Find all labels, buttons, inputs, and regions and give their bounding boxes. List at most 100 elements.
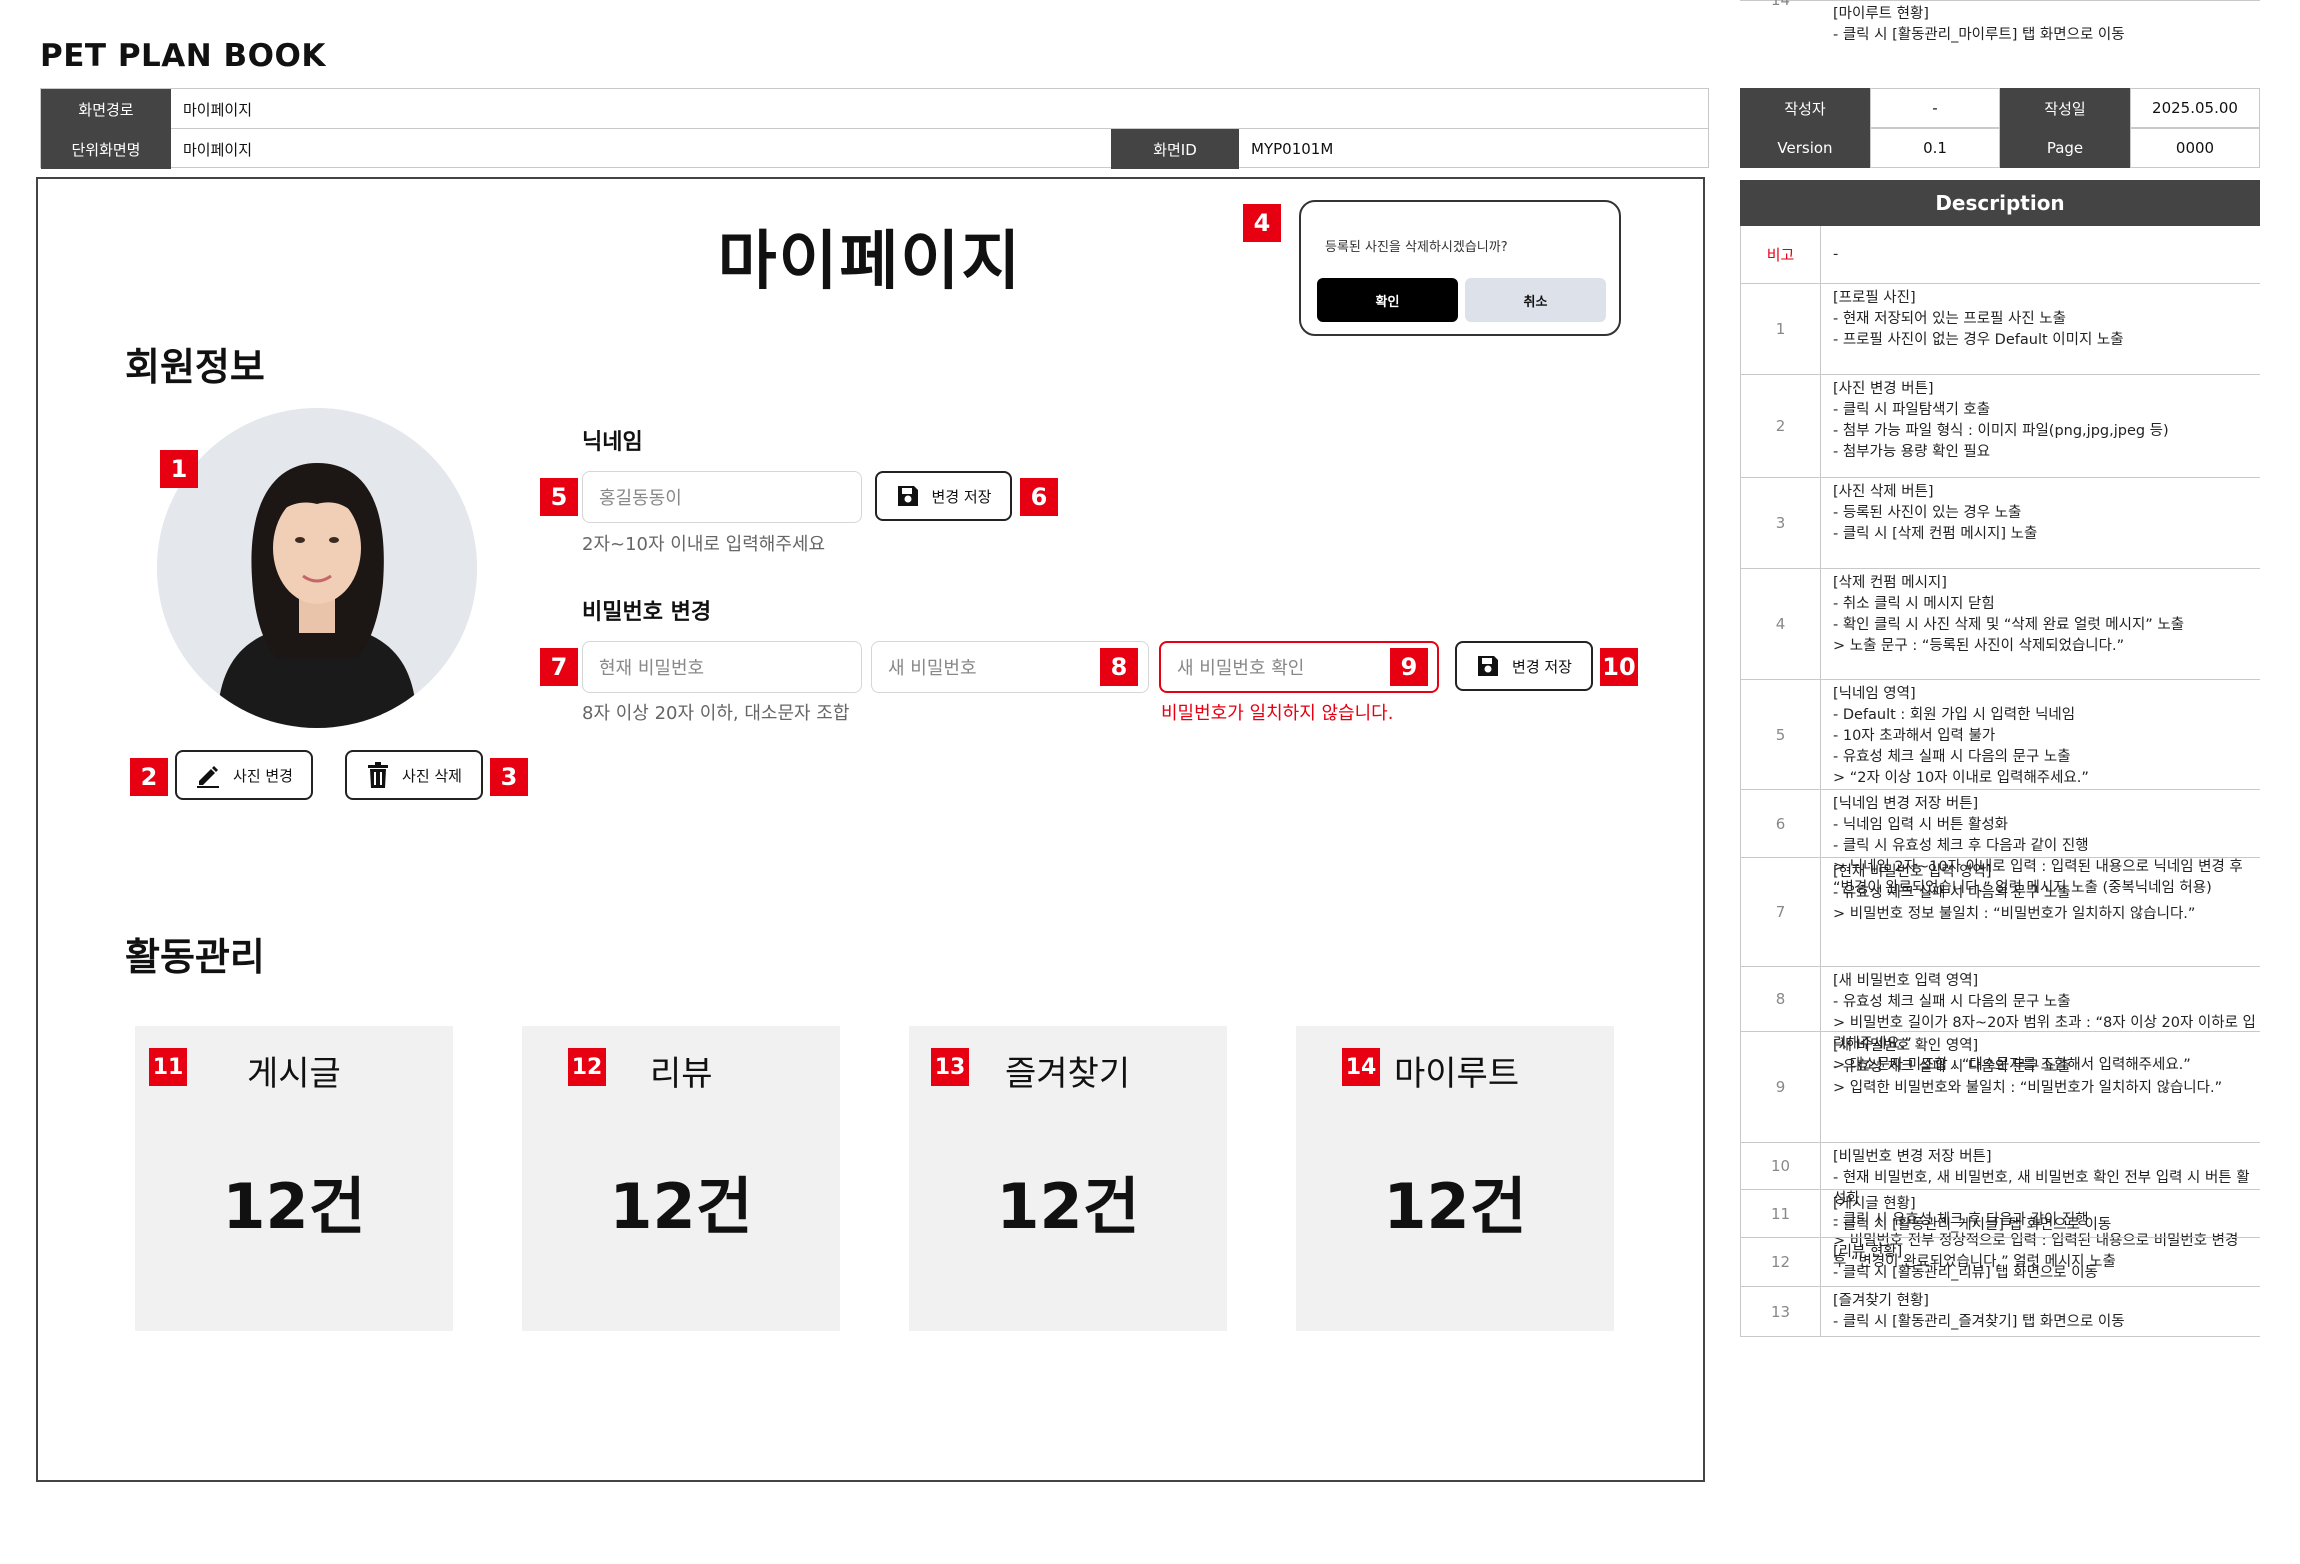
description-row: 9 [새 비밀번호 확인 영역] - 유효성 체크 실패 시 다음의 문구 노출 … — [1740, 1032, 2260, 1143]
nickname-save-label: 변경 저장 — [931, 487, 992, 506]
password-hint: 8자 이상 20자 이하, 대소문자 조합 — [582, 703, 850, 724]
meta-table-right: 작성자 - 작성일 2025.05.00 Version 0.1 Page 00… — [1740, 88, 2260, 168]
description-row-text: [현재 비밀번호 입력 영역] - 유효성 체크 실패 시 다음의 문구 노출 … — [1833, 864, 2196, 922]
description-row: 12 [리뷰 현황] - 클릭 시 [활동관리_리뷰] 탭 화면으로 이동 — [1740, 1238, 2260, 1287]
marker-7: 7 — [540, 648, 578, 686]
description-row: 3 [사진 삭제 버튼] - 등록된 사진이 있는 경우 노출 - 클릭 시 [삭… — [1740, 478, 2260, 569]
description-row: 13 [즐겨찾기 현황] - 클릭 시 [활동관리_즐겨찾기] 탭 화면으로 이동 — [1740, 1287, 2260, 1337]
description-row-number: 6 — [1741, 790, 1821, 857]
description-row: 비고 - — [1740, 226, 2260, 284]
nickname-label: 닉네임 — [582, 430, 643, 455]
description-row-text: [즐겨찾기 현황] - 클릭 시 [활동관리_즐겨찾기] 탭 화면으로 이동 — [1833, 1293, 2125, 1330]
description-panel: Description — [1740, 180, 2260, 226]
description-row: 14 [마이루트 현황] - 클릭 시 [활동관리_마이루트] 탭 화면으로 이동 — [1740, 0, 2260, 43]
description-row-text: [리뷰 현황] - 클릭 시 [활동관리_리뷰] 탭 화면으로 이동 — [1833, 1244, 2098, 1281]
dialog-ok-button[interactable]: 확인 — [1317, 278, 1458, 322]
screen-id-value: MYP0101M — [1251, 140, 1334, 158]
activity-card-reviews[interactable]: 12 리뷰 12건 — [522, 1026, 840, 1331]
description-row-number: 3 — [1741, 478, 1821, 568]
card-label: 즐겨찾기 — [1005, 1054, 1131, 1094]
page-value: 0000 — [2130, 128, 2260, 168]
activity-section-title: 활동관리 — [125, 935, 265, 979]
card-label: 게시글 — [247, 1054, 341, 1094]
version-label: Version — [1740, 128, 1870, 168]
description-row-number: 2 — [1741, 375, 1821, 477]
unit-label: 단위화면명 — [41, 129, 171, 169]
current-password-input[interactable]: 현재 비밀번호 — [582, 641, 862, 693]
description-row-number: 8 — [1741, 967, 1821, 1031]
password-save-button[interactable]: 변경 저장 — [1455, 641, 1593, 691]
marker-10: 10 — [1600, 648, 1638, 686]
path-label: 화면경로 — [41, 89, 171, 129]
nickname-save-button[interactable]: 변경 저장 — [875, 471, 1012, 521]
photo-change-label: 사진 변경 — [233, 766, 293, 785]
marker-14: 14 — [1342, 1048, 1380, 1086]
password-save-label: 변경 저장 — [1512, 657, 1572, 676]
description-row: 7 [현재 비밀번호 입력 영역] - 유효성 체크 실패 시 다음의 문구 노출… — [1740, 858, 2260, 967]
password-label: 비밀번호 변경 — [582, 600, 712, 625]
description-title: Description — [1740, 180, 2260, 226]
description-row: 10 [비밀번호 변경 저장 버튼] - 현재 비밀번호, 새 비밀번호, 새 비… — [1740, 1143, 2260, 1270]
activity-card-posts[interactable]: 11 게시글 12건 — [135, 1026, 453, 1331]
date-value: 2025.05.00 — [2130, 88, 2260, 128]
marker-11: 11 — [149, 1048, 187, 1086]
activity-card-favorites[interactable]: 13 즐겨찾기 12건 — [909, 1026, 1227, 1331]
marker-1: 1 — [160, 450, 198, 488]
nickname-input[interactable]: 홍길동동이 — [582, 471, 862, 523]
dialog-cancel-button[interactable]: 취소 — [1465, 278, 1606, 322]
page-title: 마이페이지 — [717, 225, 1023, 299]
description-row-number: 9 — [1741, 1032, 1821, 1142]
marker-3: 3 — [490, 758, 528, 796]
author-label: 작성자 — [1740, 88, 1870, 128]
description-row-text: - — [1833, 246, 1839, 262]
description-row: 6 [닉네임 변경 저장 버튼] - 닉네임 입력 시 버튼 활성화 - 클릭 시… — [1740, 790, 2260, 896]
description-row-number: 5 — [1741, 680, 1821, 789]
page-label: Page — [2000, 128, 2130, 168]
marker-12: 12 — [568, 1048, 606, 1086]
description-row-text: [마이루트 현황] - 클릭 시 [활동관리_마이루트] 탭 화면으로 이동 — [1833, 6, 2125, 43]
description-row-number: 13 — [1741, 1287, 1821, 1336]
description-row-text: [닉네임 영역] - Default : 회원 가입 시 입력한 닉네임 - 1… — [1833, 686, 2089, 786]
description-row: 2 [사진 변경 버튼] - 클릭 시 파일탐색기 호출 - 첨부 가능 파일 형… — [1740, 375, 2260, 478]
description-row-text: [사진 변경 버튼] - 클릭 시 파일탐색기 호출 - 첨부 가능 파일 형식… — [1833, 381, 2169, 460]
description-row-number: 12 — [1741, 1238, 1821, 1286]
description-row-number: 비고 — [1741, 226, 1821, 283]
save-icon — [896, 484, 920, 508]
photo-change-button[interactable]: 사진 변경 — [175, 750, 313, 800]
description-row: 8 [새 비밀번호 입력 영역] - 유효성 체크 실패 시 다음의 문구 노출 … — [1740, 967, 2260, 1073]
description-row: 4 [삭제 컨펌 메시지] - 취소 클릭 시 메시지 닫힘 - 확인 클릭 시 … — [1740, 569, 2260, 680]
description-row-number: 1 — [1741, 284, 1821, 374]
description-row-text: [새 비밀번호 확인 영역] - 유효성 체크 실패 시 다음의 문구 노출 >… — [1833, 1038, 2223, 1096]
card-count: 12건 — [609, 1170, 753, 1243]
unit-value: 마이페이지 — [183, 140, 253, 159]
profile-photo-image — [157, 408, 477, 728]
pencil-icon — [195, 762, 221, 788]
photo-delete-button[interactable]: 사진 삭제 — [345, 750, 483, 800]
save-icon — [1476, 654, 1500, 678]
description-row-number: 10 — [1741, 1143, 1821, 1189]
marker-6: 6 — [1020, 478, 1058, 516]
card-label: 마이루트 — [1394, 1054, 1520, 1094]
meta-table: 화면경로 마이페이지 단위화면명 마이페이지 화면ID MYP0101M — [40, 88, 1709, 169]
date-label: 작성일 — [2000, 88, 2130, 128]
member-section-title: 회원정보 — [125, 345, 265, 389]
screen-id-label: 화면ID — [1111, 129, 1239, 169]
description-row-text: [사진 삭제 버튼] - 등록된 사진이 있는 경우 노출 - 클릭 시 [삭제… — [1833, 484, 2038, 542]
nickname-hint: 2자~10자 이내로 입력해주세요 — [582, 534, 826, 555]
activity-card-myroute[interactable]: 14 마이루트 12건 — [1296, 1026, 1614, 1331]
marker-2: 2 — [130, 758, 168, 796]
description-row-text: [게시글 현황] - 클릭 시 [활동관리_게시글] 탭 화면으로 이동 — [1833, 1196, 2112, 1233]
marker-9: 9 — [1390, 648, 1428, 686]
card-count: 12건 — [222, 1170, 366, 1243]
marker-8: 8 — [1100, 648, 1138, 686]
password-error: 비밀번호가 일치하지 않습니다. — [1161, 703, 1394, 724]
doc-title: PET PLAN BOOK — [40, 38, 326, 74]
marker-4: 4 — [1243, 204, 1281, 242]
photo-delete-label: 사진 삭제 — [402, 766, 462, 785]
card-count: 12건 — [996, 1170, 1140, 1243]
description-row: 5 [닉네임 영역] - Default : 회원 가입 시 입력한 닉네임 - … — [1740, 680, 2260, 790]
description-row-text: [프로필 사진] - 현재 저장되어 있는 프로필 사진 노출 - 프로필 사진… — [1833, 290, 2124, 348]
description-row-number: 7 — [1741, 858, 1821, 966]
delete-confirm-dialog: 등록된 사진을 삭제하시겠습니까? 확인 취소 — [1299, 200, 1621, 336]
marker-13: 13 — [931, 1048, 969, 1086]
